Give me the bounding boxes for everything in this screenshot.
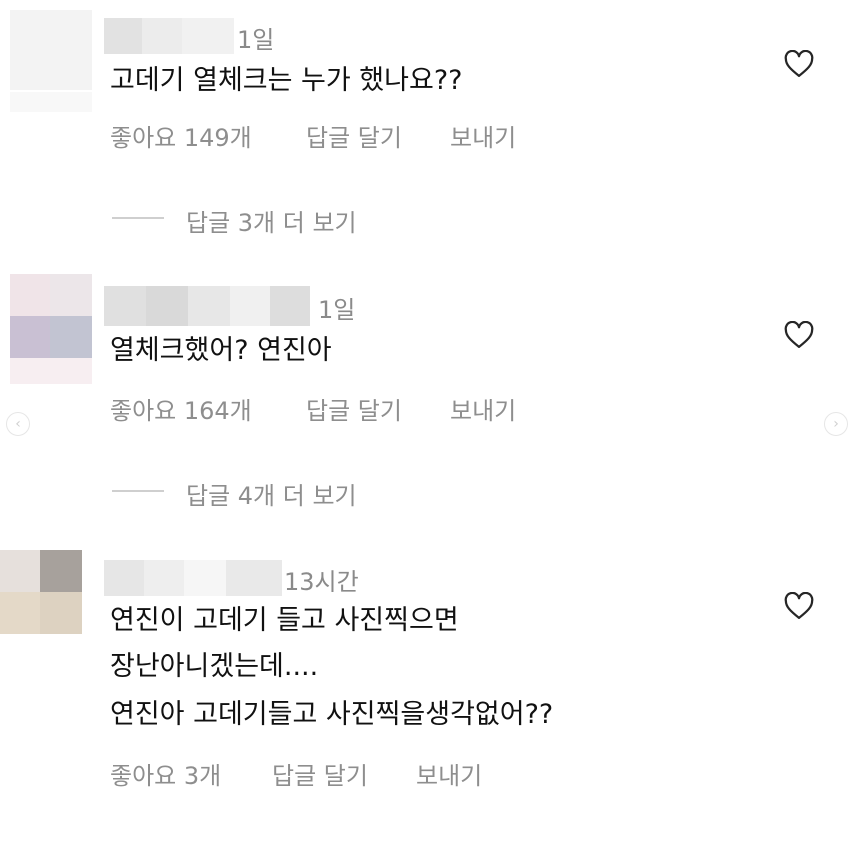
chevron-right-icon[interactable]: › [824,412,848,436]
likes-count[interactable]: 좋아요 149개 [110,118,252,153]
comment-time: 1일 [237,26,275,54]
replies-divider [112,217,164,219]
heart-outline-icon[interactable] [784,321,814,349]
replies-divider [112,490,164,492]
comment-text: 열체크했어? 연진아 [110,335,332,366]
view-replies-label[interactable]: 답글 3개 더 보기 [186,203,357,238]
reply-button[interactable]: 답글 달기 [272,756,368,791]
chevron-left-icon[interactable]: ‹ [6,412,30,436]
comment-text-line: 장난아니겠는데.... [110,651,319,682]
heart-outline-icon[interactable] [784,50,814,78]
comment-text: 고데기 열체크는 누가 했나요?? [110,65,463,96]
send-button[interactable]: 보내기 [450,391,516,426]
comment-time: 13시간 [284,568,359,596]
view-replies-label[interactable]: 답글 4개 더 보기 [186,476,357,511]
send-button[interactable]: 보내기 [450,118,516,153]
likes-count[interactable]: 좋아요 3개 [110,756,221,791]
comment-text-line: 연진아 고데기들고 사진찍을생각없어?? [110,699,554,730]
heart-outline-icon[interactable] [784,592,814,620]
send-button[interactable]: 보내기 [416,756,482,791]
comment-time: 1일 [318,296,356,324]
comment-text-line: 연진이 고데기 들고 사진찍으면 [110,605,459,636]
reply-button[interactable]: 답글 달기 [306,118,402,153]
likes-count[interactable]: 좋아요 164개 [110,391,252,426]
reply-button[interactable]: 답글 달기 [306,391,402,426]
